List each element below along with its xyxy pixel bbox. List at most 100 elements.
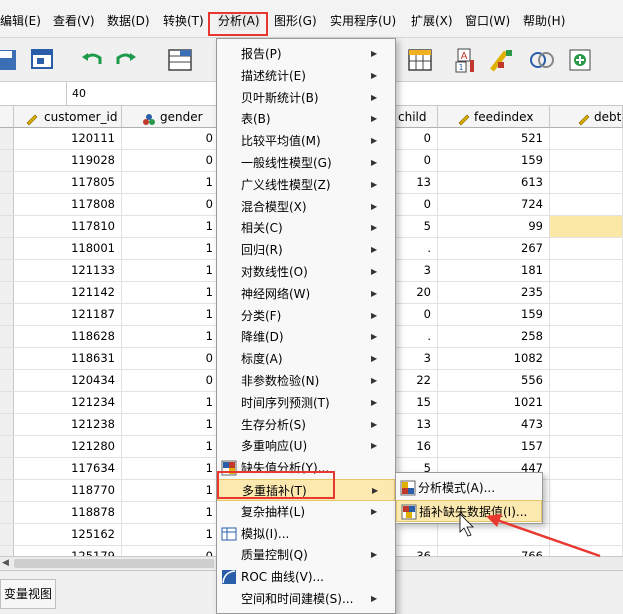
- row-number[interactable]: [0, 480, 14, 502]
- menu-item-12[interactable]: 分类(F) ▶: [217, 305, 395, 327]
- cell-customer-id[interactable]: 121133: [14, 260, 122, 282]
- column-header-customer-id[interactable]: customer_id: [14, 106, 122, 128]
- cell-customer-id[interactable]: 117808: [14, 194, 122, 216]
- column-header-feedindex[interactable]: feedindex: [438, 106, 550, 128]
- row-number[interactable]: [0, 238, 14, 260]
- cell-debt[interactable]: [550, 238, 623, 260]
- cell-child[interactable]: 0: [396, 194, 438, 216]
- row-number[interactable]: [0, 128, 14, 150]
- cell-debt[interactable]: [550, 282, 623, 304]
- row-number[interactable]: [0, 436, 14, 458]
- cell-gender[interactable]: 1: [122, 392, 220, 414]
- menu-item-4[interactable]: 比较平均值(M) ▶: [217, 130, 395, 152]
- cell-customer-id[interactable]: 117810: [14, 216, 122, 238]
- menu-item-23[interactable]: 质量控制(Q) ▶: [217, 544, 395, 566]
- cell-debt[interactable]: [550, 326, 623, 348]
- cell-feedindex[interactable]: 267: [438, 238, 550, 260]
- cell-gender[interactable]: 1: [122, 502, 220, 524]
- menu-help[interactable]: 帮助(H): [523, 12, 565, 30]
- cell-customer-id[interactable]: 121187: [14, 304, 122, 326]
- cell-child[interactable]: 13: [396, 414, 438, 436]
- cell-gender[interactable]: 1: [122, 458, 220, 480]
- cell-gender[interactable]: 0: [122, 348, 220, 370]
- menu-item-5[interactable]: 一般线性模型(G) ▶: [217, 152, 395, 174]
- row-number[interactable]: [0, 216, 14, 238]
- menu-item-0[interactable]: 报告(P) ▶: [217, 43, 395, 65]
- cell-feedindex[interactable]: 1021: [438, 392, 550, 414]
- cell-customer-id[interactable]: 118770: [14, 480, 122, 502]
- menu-item-21[interactable]: 复杂抽样(L) ▶: [217, 501, 395, 523]
- cell-debt[interactable]: [550, 414, 623, 436]
- menu-graphs[interactable]: 图形(G): [274, 12, 317, 30]
- menu-item-13[interactable]: 降维(D) ▶: [217, 326, 395, 348]
- row-number[interactable]: [0, 282, 14, 304]
- cell-gender[interactable]: 1: [122, 282, 220, 304]
- menu-item-10[interactable]: 对数线性(O) ▶: [217, 261, 395, 283]
- column-header-gender[interactable]: gender: [122, 106, 220, 128]
- cell-child[interactable]: 3: [396, 260, 438, 282]
- menu-item-3[interactable]: 表(B) ▶: [217, 108, 395, 130]
- cell-child[interactable]: .: [396, 238, 438, 260]
- cell-child[interactable]: 36: [396, 546, 438, 556]
- cell-debt[interactable]: [550, 304, 623, 326]
- cell-child[interactable]: 16: [396, 436, 438, 458]
- menu-item-16[interactable]: 时间序列预测(T) ▶: [217, 392, 395, 414]
- row-number[interactable]: [0, 348, 14, 370]
- cell-customer-id[interactable]: 121280: [14, 436, 122, 458]
- row-number[interactable]: [0, 260, 14, 282]
- row-number[interactable]: [0, 414, 14, 436]
- cell-gender[interactable]: 1: [122, 260, 220, 282]
- cell-debt[interactable]: [550, 370, 623, 392]
- cell-child[interactable]: 13: [396, 172, 438, 194]
- cell-gender[interactable]: 0: [122, 370, 220, 392]
- cell-gender[interactable]: 1: [122, 216, 220, 238]
- cell-feedindex[interactable]: 258: [438, 326, 550, 348]
- row-number[interactable]: [0, 546, 14, 556]
- cell-debt[interactable]: [550, 194, 623, 216]
- cell-feedindex[interactable]: 521: [438, 128, 550, 150]
- menu-item-15[interactable]: 非参数检验(N) ▶: [217, 370, 395, 392]
- scrollbar-thumb[interactable]: [14, 559, 214, 568]
- cell-child[interactable]: 0: [396, 304, 438, 326]
- column-header-debt[interactable]: debt: [550, 106, 623, 128]
- cell-customer-id[interactable]: 118631: [14, 348, 122, 370]
- cell-customer-id[interactable]: 118878: [14, 502, 122, 524]
- cell-gender[interactable]: 1: [122, 524, 220, 546]
- cell-feedindex[interactable]: 473: [438, 414, 550, 436]
- cell-customer-id[interactable]: 121234: [14, 392, 122, 414]
- submenu-analyze-patterns[interactable]: 分析模式(A)...: [396, 477, 542, 499]
- menu-data[interactable]: 数据(D): [107, 12, 150, 30]
- cell-child[interactable]: 15: [396, 392, 438, 414]
- cell-gender[interactable]: 0: [122, 546, 220, 556]
- cell-child[interactable]: 20: [396, 282, 438, 304]
- cell-gender[interactable]: 1: [122, 436, 220, 458]
- menu-item-1[interactable]: 描述统计(E) ▶: [217, 65, 395, 87]
- cell-customer-id[interactable]: 120434: [14, 370, 122, 392]
- cell-debt[interactable]: [550, 392, 623, 414]
- cell-child[interactable]: .: [396, 326, 438, 348]
- add-icon[interactable]: [566, 46, 594, 74]
- menu-item-24[interactable]: ROC 曲线(V)...: [217, 566, 395, 588]
- menu-transform[interactable]: 转换(T): [163, 12, 204, 30]
- cell-debt[interactable]: [550, 502, 623, 524]
- cell-customer-id[interactable]: 117805: [14, 172, 122, 194]
- cell-gender[interactable]: 0: [122, 128, 220, 150]
- insert-variable-icon[interactable]: A1: [454, 46, 482, 74]
- cell-gender[interactable]: 1: [122, 304, 220, 326]
- cell-feedindex[interactable]: 235: [438, 282, 550, 304]
- cell-feedindex[interactable]: 766: [438, 546, 550, 556]
- menu-item-17[interactable]: 生存分析(S) ▶: [217, 414, 395, 436]
- row-number[interactable]: [0, 370, 14, 392]
- cell-debt[interactable]: [550, 480, 623, 502]
- cell-customer-id[interactable]: 119028: [14, 150, 122, 172]
- cell-customer-id[interactable]: 121142: [14, 282, 122, 304]
- cell-feedindex[interactable]: 181: [438, 260, 550, 282]
- menu-item-18[interactable]: 多重响应(U) ▶: [217, 435, 395, 457]
- menu-item-2[interactable]: 贝叶斯统计(B) ▶: [217, 87, 395, 109]
- menu-item-20[interactable]: 多重插补(T) ▶: [217, 479, 395, 501]
- cell-gender[interactable]: 1: [122, 326, 220, 348]
- cell-feedindex[interactable]: [438, 524, 550, 546]
- cell-child[interactable]: [396, 524, 438, 546]
- undo-icon[interactable]: [78, 46, 106, 74]
- row-number[interactable]: [0, 304, 14, 326]
